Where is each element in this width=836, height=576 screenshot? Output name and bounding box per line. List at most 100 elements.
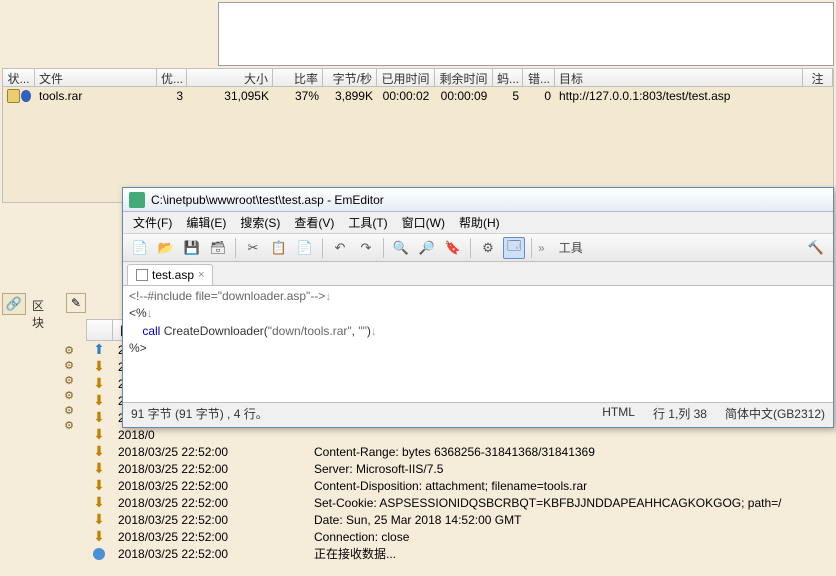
status-pos: 行 1,列 38	[653, 405, 707, 422]
side-button-1[interactable]: 🔗	[2, 293, 26, 315]
pencil-button[interactable]: ✎	[66, 293, 86, 313]
col-speed[interactable]: 字节/秒	[323, 69, 377, 86]
col-priority[interactable]: 优...	[157, 69, 187, 86]
log-row[interactable]: ⬇2018/03/25 22:52:00Date: Sun, 25 Mar 20…	[86, 511, 832, 528]
line-end-icon: ↓	[147, 306, 153, 320]
upload-table: 状... 文件 优... 大小 比率 字节/秒 已用时间 剩余时间 蚂... 错…	[2, 68, 834, 203]
down-icon: ⬇	[86, 392, 112, 409]
toolbar: 📄 📂 💾 🗃 ✂ 📋 📄 ↶ ↷ 🔍 🔎 🔖 ⚙ 🗔 » 工具 🔨	[123, 234, 833, 262]
editor-window[interactable]: C:\inetpub\wwwroot\test\test.asp - EmEdi…	[122, 187, 834, 428]
titlebar[interactable]: C:\inetpub\wwwroot\test\test.asp - EmEdi…	[123, 188, 833, 212]
row-size: 31,095K	[187, 89, 273, 103]
menu-file[interactable]: 文件(F)	[127, 212, 178, 233]
row-elapsed: 00:00:02	[377, 89, 435, 103]
log-row[interactable]: 2018/03/25 22:52:00正在接收数据...	[86, 545, 832, 562]
log-date: 2018/03/25 22:52:00	[112, 547, 308, 561]
bookmark-button[interactable]: 🔖	[442, 237, 464, 259]
menu-view[interactable]: 查看(V)	[288, 212, 340, 233]
log-date: 2018/03/25 22:52:00	[112, 530, 308, 544]
log-message: Connection: close	[308, 530, 832, 544]
log-message: Content-Range: bytes 6368256-31841368/31…	[308, 445, 832, 459]
code-text: CreateDownloader(	[160, 324, 267, 338]
col-errors[interactable]: 错...	[523, 69, 555, 86]
log-row[interactable]: ⬇2018/03/25 22:52:00Server: Microsoft-II…	[86, 460, 832, 477]
up-icon: ⬆	[86, 341, 112, 358]
config-button[interactable]: ⚙	[477, 237, 499, 259]
statusbar: 91 字节 (91 字节) , 4 行。 HTML 行 1,列 38 简体中文(…	[123, 402, 833, 424]
saveall-button[interactable]: 🗃	[207, 237, 229, 259]
file-icon	[136, 269, 148, 281]
view-button[interactable]: 🗔	[503, 237, 525, 259]
close-icon[interactable]: ×	[198, 269, 204, 281]
find-button[interactable]: 🔍	[390, 237, 412, 259]
col-target[interactable]: 目标	[555, 69, 803, 86]
tool-button[interactable]: 🔨	[805, 237, 827, 259]
col-status[interactable]: 状...	[3, 69, 35, 86]
mini-icon: ⚙	[62, 403, 76, 417]
cut-button[interactable]: ✂	[242, 237, 264, 259]
menu-window[interactable]: 窗口(W)	[396, 212, 451, 233]
toolbar-separator	[470, 238, 471, 258]
paste-button[interactable]: 📄	[294, 237, 316, 259]
mini-icon: ⚙	[62, 373, 76, 387]
rar-icon	[7, 89, 20, 103]
redo-button[interactable]: ↷	[355, 237, 377, 259]
app-icon	[129, 192, 145, 208]
log-row[interactable]: ⬇2018/03/25 22:52:00Content-Disposition:…	[86, 477, 832, 494]
undo-button[interactable]: ↶	[329, 237, 351, 259]
line-end-icon: ↓	[371, 324, 377, 338]
line-end-icon: ↓	[325, 289, 331, 303]
transfer-icon	[21, 90, 32, 102]
row-status-icons	[3, 89, 35, 103]
log-date: 2018/03/25 22:52:00	[112, 496, 308, 510]
down-icon: ⬇	[86, 426, 112, 443]
col-remain[interactable]: 剩余时间	[435, 69, 493, 86]
upload-header-row: 状... 文件 优... 大小 比率 字节/秒 已用时间 剩余时间 蚂... 错…	[3, 69, 833, 87]
down-icon: ⬇	[86, 477, 112, 494]
log-date: 2018/03/25 22:52:00	[112, 445, 308, 459]
open-button[interactable]: 📂	[155, 237, 177, 259]
qukuai-label: 区块	[32, 297, 44, 331]
menu-tools[interactable]: 工具(T)	[342, 212, 393, 233]
save-button[interactable]: 💾	[181, 237, 203, 259]
code-text: "downloader.asp"	[218, 289, 311, 303]
log-row[interactable]: ⬇2018/0	[86, 426, 832, 443]
col-ants[interactable]: 蚂...	[493, 69, 523, 86]
menu-edit[interactable]: 编辑(E)	[180, 212, 232, 233]
menu-help[interactable]: 帮助(H)	[453, 212, 506, 233]
new-button[interactable]: 📄	[129, 237, 151, 259]
col-size[interactable]: 大小	[187, 69, 273, 86]
code-keyword: call	[142, 324, 160, 338]
toolbar-separator	[322, 238, 323, 258]
down-icon: ⬇	[86, 443, 112, 460]
window-title: C:\inetpub\wwwroot\test\test.asp - EmEdi…	[151, 193, 384, 207]
log-row[interactable]: ⬇2018/03/25 22:52:00Set-Cookie: ASPSESSI…	[86, 494, 832, 511]
code-editor[interactable]: <!--#include file="downloader.asp"-->↓ <…	[123, 286, 833, 402]
col-elapsed[interactable]: 已用时间	[377, 69, 435, 86]
log-row[interactable]: ⬇2018/03/25 22:52:00Connection: close	[86, 528, 832, 545]
down-icon: ⬇	[86, 375, 112, 392]
log-message: 正在接收数据...	[308, 545, 832, 562]
code-text: %>	[129, 341, 147, 355]
row-errors: 0	[523, 89, 555, 103]
top-empty-pane	[218, 2, 834, 66]
editor-tabs: test.asp ×	[123, 262, 833, 286]
tab-testasp[interactable]: test.asp ×	[127, 264, 213, 285]
log-row[interactable]: ⬇2018/03/25 22:52:00Content-Range: bytes…	[86, 443, 832, 460]
col-rate[interactable]: 比率	[273, 69, 323, 86]
copy-button[interactable]: 📋	[268, 237, 290, 259]
down-icon: ⬇	[86, 460, 112, 477]
col-note[interactable]: 注	[803, 69, 833, 86]
log-col-icon[interactable]	[87, 320, 113, 340]
code-text: -->	[310, 289, 325, 303]
col-file[interactable]: 文件	[35, 69, 157, 86]
status-lang: HTML	[602, 405, 635, 422]
row-priority: 3	[157, 89, 187, 103]
row-file: tools.rar	[35, 89, 157, 103]
upload-row[interactable]: tools.rar 3 31,095K 37% 3,899K 00:00:02 …	[3, 87, 833, 105]
row-rate: 37%	[273, 89, 323, 103]
tab-label: test.asp	[152, 268, 194, 282]
down-icon: ⬇	[86, 511, 112, 528]
findnext-button[interactable]: 🔎	[416, 237, 438, 259]
menu-search[interactable]: 搜索(S)	[234, 212, 286, 233]
